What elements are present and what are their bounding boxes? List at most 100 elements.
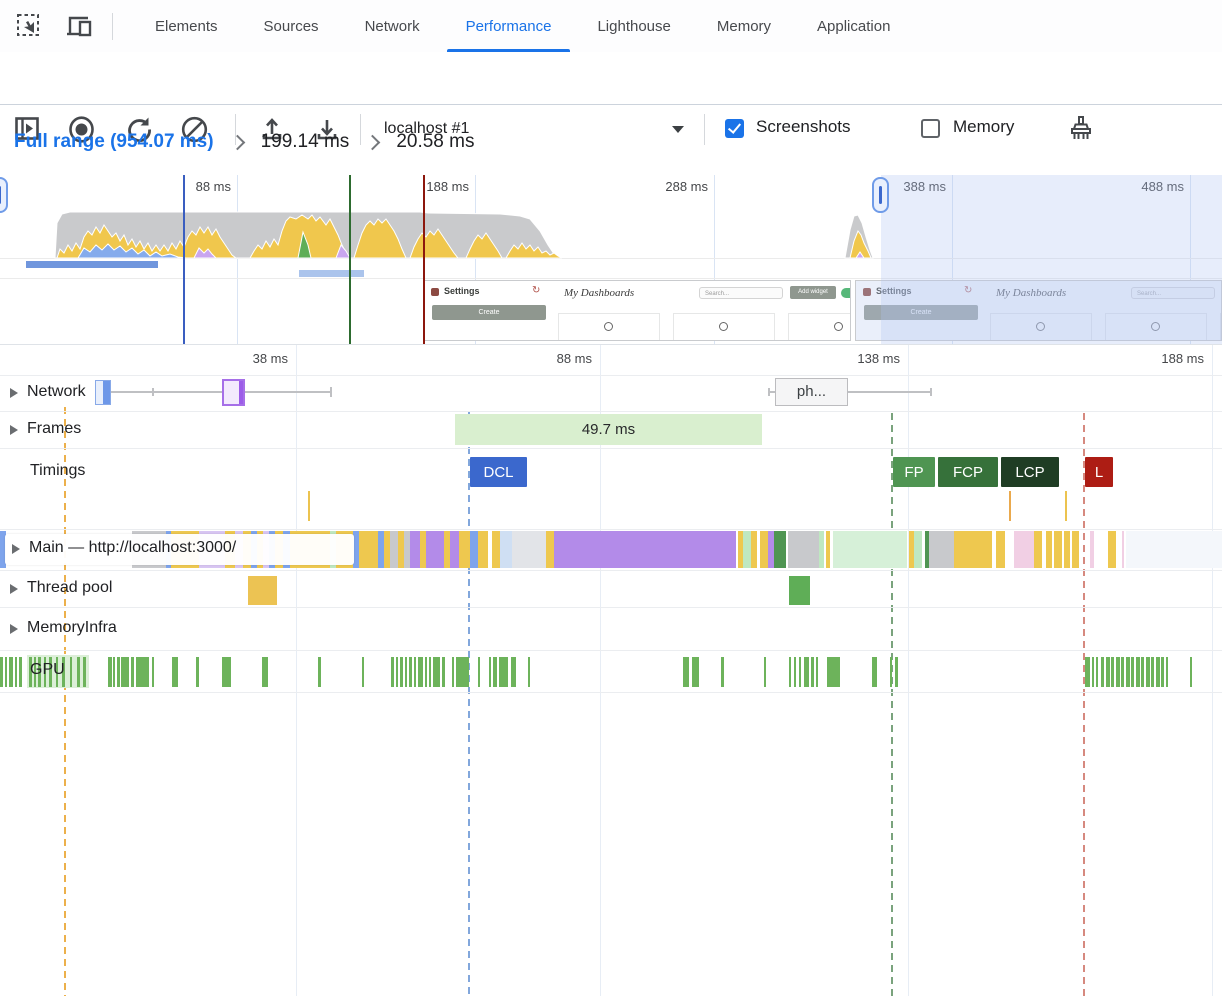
main-flame-segment <box>1064 531 1070 568</box>
frames-duration-bar[interactable]: 49.7 ms <box>455 414 762 445</box>
main-flame-segment <box>478 531 488 568</box>
gpu-activity-bar <box>152 657 154 687</box>
tab-application[interactable]: Application <box>794 0 913 52</box>
track-expand-arrow-network[interactable] <box>10 388 18 398</box>
track-label-main[interactable]: Main — http://localhost:3000/ <box>29 539 236 557</box>
main-flame-segment <box>1072 531 1079 568</box>
track-label-thread-pool[interactable]: Thread pool <box>27 579 112 597</box>
main-flame-segment <box>512 531 546 568</box>
mini-add-widget-button: Add widget <box>790 286 836 299</box>
tab-sources[interactable]: Sources <box>241 0 342 52</box>
main-flame-segment <box>1126 531 1222 568</box>
mini-light-toggle <box>841 288 851 298</box>
breadcrumb-item-1[interactable]: 199.14 ms <box>261 131 350 153</box>
gpu-activity-bar <box>1111 657 1114 687</box>
mini-create-button: Create <box>432 305 546 320</box>
gpu-activity-bar <box>1190 657 1192 687</box>
ruler-tick-label: 38 ms <box>208 351 288 366</box>
track-expand-arrow-frames[interactable] <box>10 425 18 435</box>
timing-marker-l[interactable]: L <box>1085 457 1113 487</box>
gpu-activity-bar <box>318 657 321 687</box>
overview-marker-line <box>423 175 425 344</box>
gpu-activity-bar <box>83 657 86 687</box>
network-request-bar-active <box>239 381 243 404</box>
screenshots-checkbox[interactable] <box>725 119 744 138</box>
main-flame-segment <box>470 531 478 568</box>
tab-elements[interactable]: Elements <box>132 0 241 52</box>
gpu-activity-bar <box>121 657 129 687</box>
gpu-activity-bar <box>400 657 403 687</box>
gpu-activity-bar <box>1101 657 1104 687</box>
main-flame-segment <box>751 531 757 568</box>
device-toolbar-icon[interactable] <box>66 13 93 40</box>
track-label-network[interactable]: Network <box>27 383 86 401</box>
timing-marker-lcp[interactable]: LCP <box>1001 457 1059 487</box>
timing-marker-dcl[interactable]: DCL <box>470 457 527 487</box>
gpu-activity-bar <box>433 657 440 687</box>
tab-memory[interactable]: Memory <box>694 0 794 52</box>
gpu-activity-bar <box>409 657 412 687</box>
gpu-activity-bar <box>15 657 17 687</box>
gpu-activity-bar <box>442 657 445 687</box>
main-flame-segment <box>459 531 470 568</box>
filmstrip-screenshot[interactable]: Settings↻CreateMy DashboardsSearch...Add… <box>423 280 851 341</box>
breadcrumb-item-2[interactable]: 20.58 ms <box>396 131 474 153</box>
timing-tick <box>1009 491 1011 521</box>
overview-marker-line <box>183 175 185 344</box>
main-flame-segment <box>788 531 819 568</box>
track-label-frames[interactable]: Frames <box>27 420 81 438</box>
inspect-element-icon[interactable] <box>16 13 43 40</box>
nav-start-line <box>64 407 66 996</box>
mini-search-input: Search... <box>699 287 783 299</box>
thread-pool-task[interactable] <box>248 576 277 605</box>
timing-marker-fcp[interactable]: FCP <box>938 457 998 487</box>
track-expand-arrow-main[interactable] <box>12 544 20 554</box>
network-request-line <box>848 391 930 393</box>
memory-checkbox[interactable] <box>921 119 940 138</box>
tab-lighthouse[interactable]: Lighthouse <box>574 0 693 52</box>
screenshots-checkbox-label[interactable]: Screenshots <box>756 117 851 137</box>
gpu-activity-bar <box>1116 657 1120 687</box>
track-expand-arrow-memoryinfra[interactable] <box>10 624 18 634</box>
track-border <box>0 607 1222 608</box>
breadcrumb-chevron-icon <box>365 134 381 150</box>
gpu-activity-bar <box>418 657 423 687</box>
track-border <box>0 650 1222 651</box>
collect-garbage-icon[interactable] <box>1066 114 1093 141</box>
fcp-line <box>891 413 893 996</box>
gpu-activity-bar <box>113 657 115 687</box>
ruler-gridline <box>296 345 297 996</box>
overview-window-handle-left[interactable] <box>0 177 8 213</box>
ruler-gridline <box>1212 345 1213 996</box>
network-request-whisker <box>330 387 332 397</box>
gpu-activity-bar <box>108 657 112 687</box>
track-label-memoryinfra[interactable]: MemoryInfra <box>27 619 117 637</box>
network-request-bar[interactable] <box>95 380 111 405</box>
tab-performance[interactable]: Performance <box>443 0 575 52</box>
timeline-overview[interactable]: 88 ms188 ms288 ms388 ms488 msSettings↻Cr… <box>0 175 1222 345</box>
track-expand-arrow-thread-pool[interactable] <box>10 584 18 594</box>
gpu-activity-bar <box>5 657 7 687</box>
gpu-activity-bar <box>804 657 809 687</box>
chevron-down-icon <box>672 126 684 133</box>
gpu-activity-bar <box>827 657 840 687</box>
overview-window-shade <box>881 175 1222 344</box>
main-flame-segment <box>1054 531 1062 568</box>
timing-tick <box>1065 491 1067 521</box>
main-flame-segment <box>359 531 378 568</box>
main-flame-segment <box>1090 531 1094 568</box>
timing-marker-fp[interactable]: FP <box>893 457 935 487</box>
network-request-bar[interactable] <box>222 379 245 406</box>
overview-window-handle-right[interactable] <box>872 177 889 213</box>
track-label-gpu[interactable]: GPU <box>30 661 65 679</box>
track-label-timings[interactable]: Timings <box>30 462 85 480</box>
main-flame-segment <box>500 531 512 568</box>
thread-pool-task[interactable] <box>789 576 810 605</box>
main-track-label-chip: Main — http://localhost:3000/ <box>5 534 354 565</box>
network-request-label[interactable]: ph... <box>775 378 848 406</box>
gpu-activity-bar <box>1092 657 1094 687</box>
tab-network[interactable]: Network <box>342 0 443 52</box>
breadcrumb-item-0[interactable]: Full range (954.07 ms) <box>14 131 214 153</box>
gpu-activity-bar <box>456 657 469 687</box>
memory-checkbox-label[interactable]: Memory <box>953 117 1014 137</box>
